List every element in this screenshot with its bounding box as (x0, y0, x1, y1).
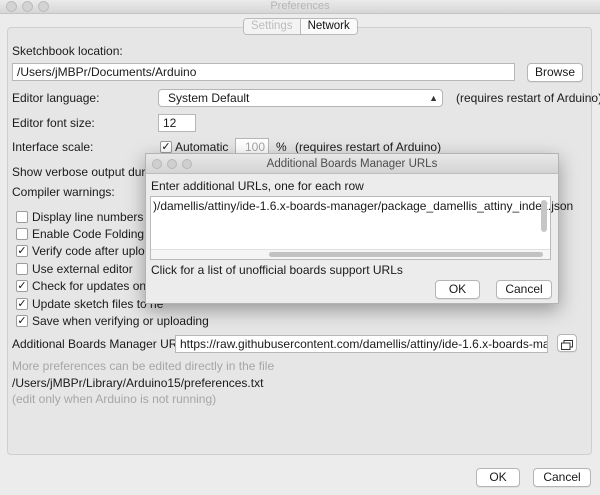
url-row: )/damellis/attiny/ide-1.6.x-boards-manag… (153, 199, 574, 213)
use-external-editor-label: Use external editor (32, 262, 133, 276)
boards-manager-urls-input[interactable]: https://raw.githubusercontent.com/damell… (175, 335, 548, 353)
use-external-editor-checkbox[interactable] (16, 263, 28, 275)
enable-code-folding-checkbox[interactable] (16, 228, 28, 240)
enable-code-folding-label: Enable Code Folding (32, 227, 145, 241)
verbose-output-label: Show verbose output during (12, 165, 162, 179)
edit-urls-window-button[interactable] (557, 334, 577, 352)
dialog-title: Additional Boards Manager URLs (266, 158, 438, 170)
more-preferences-note: More preferences can be edited directly … (12, 359, 275, 373)
boards-manager-urls-label: Additional Boards Manager URLs: (12, 337, 194, 351)
urls-textarea[interactable]: )/damellis/attiny/ide-1.6.x-boards-manag… (150, 196, 573, 260)
cancel-button[interactable]: Cancel (533, 468, 591, 487)
update-sketch-files-checkbox[interactable]: ✓ (16, 298, 28, 310)
window-title: Preferences (270, 0, 330, 12)
display-line-numbers-checkbox[interactable] (16, 211, 28, 223)
automatic-scale-checkbox[interactable]: ✓ (160, 141, 172, 153)
interface-scale-note: (requires restart of Arduino) (295, 140, 442, 154)
check-updates-checkbox[interactable]: ✓ (16, 280, 28, 292)
check-updates-label: Check for updates on st (32, 279, 159, 293)
dialog-cancel-button[interactable]: Cancel (496, 280, 552, 299)
sketchbook-location-label: Sketchbook location: (12, 44, 123, 58)
window-icon (561, 340, 573, 350)
automatic-scale-label: Automatic (175, 140, 229, 154)
editor-language-label: Editor language: (12, 91, 100, 105)
unofficial-boards-link[interactable]: Click for a list of unofficial boards su… (151, 263, 403, 277)
edit-when-not-running-note: (edit only when Arduino is not running) (12, 392, 217, 406)
sketchbook-location-input[interactable]: /Users/jMBPr/Documents/Arduino (12, 63, 515, 81)
editor-language-note: (requires restart of Arduino) (456, 91, 600, 105)
window-titlebar: Preferences (0, 0, 600, 14)
dialog-titlebar: Additional Boards Manager URLs (146, 154, 558, 174)
editor-language-select[interactable]: System Default ▲︎ (158, 89, 443, 107)
browse-button[interactable]: Browse (527, 63, 583, 82)
verify-after-upload-checkbox[interactable]: ✓ (16, 245, 28, 257)
font-size-label: Editor font size: (12, 116, 95, 130)
scale-percent-unit: % (276, 140, 287, 154)
editor-language-value: System Default (168, 91, 250, 105)
dialog-instruction: Enter additional URLs, one for each row (151, 179, 364, 193)
tab-settings[interactable]: Settings (244, 19, 301, 34)
save-when-verifying-label: Save when verifying or uploading (32, 314, 209, 328)
display-line-numbers-label: Display line numbers (32, 210, 144, 224)
interface-scale-label: Interface scale: (12, 140, 94, 154)
update-sketch-files-label: Update sketch files to ne (32, 297, 164, 311)
verify-after-upload-label: Verify code after upload (32, 244, 159, 258)
vertical-scrollbar[interactable] (541, 200, 547, 232)
dialog-ok-button[interactable]: OK (435, 280, 480, 299)
font-size-input[interactable]: 12 (158, 114, 196, 132)
tab-network[interactable]: Network (300, 19, 357, 34)
preferences-tabs: Settings Network (243, 18, 358, 35)
preferences-file-path: /Users/jMBPr/Library/Arduino15/preferenc… (12, 376, 264, 390)
horizontal-scrollbar-track (151, 249, 550, 259)
save-when-verifying-checkbox[interactable]: ✓ (16, 315, 28, 327)
horizontal-scrollbar[interactable] (269, 252, 543, 257)
chevron-updown-icon: ▲︎ (429, 93, 438, 103)
ok-button[interactable]: OK (476, 468, 520, 487)
boards-urls-dialog: Additional Boards Manager URLs Enter add… (145, 153, 573, 304)
compiler-warnings-label: Compiler warnings: (12, 185, 115, 199)
